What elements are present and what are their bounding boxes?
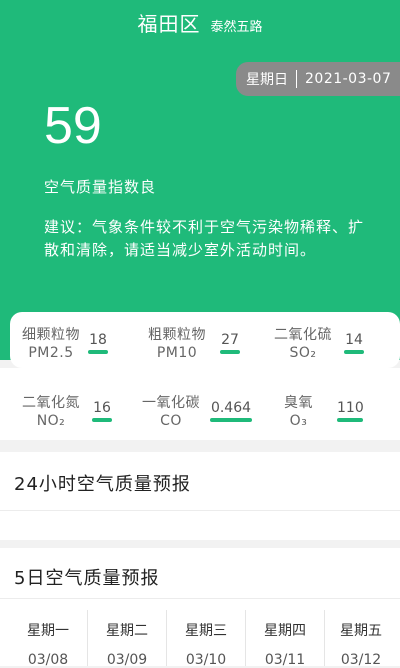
value-text: 0.464 — [210, 400, 252, 416]
pollutant-value: 27 — [220, 326, 240, 354]
forecast-day[interactable]: 星期一 03/08 — [9, 620, 87, 668]
value-bar — [344, 350, 364, 354]
pollutant-name: 臭氧 — [284, 395, 313, 411]
hourly-forecast-section: 24小时空气质量预报 — [0, 452, 400, 540]
weekday-label: 星期日 — [246, 72, 288, 88]
forecast-weekday: 星期三 — [185, 623, 227, 639]
pollutant-code: PM2.5 — [28, 345, 74, 361]
forecast-weekday: 星期五 — [340, 623, 382, 639]
pollutant-label: 细颗粒物 PM2.5 — [22, 326, 80, 362]
date-pill[interactable]: 星期日 2021-03-07 — [236, 62, 400, 96]
value-text: 14 — [345, 332, 363, 348]
pollutant-label: 臭氧 O₃ — [284, 394, 313, 430]
forecast-weekday: 星期二 — [106, 623, 148, 639]
pollutant-co[interactable]: 一氧化碳 CO 0.464 — [142, 394, 252, 430]
pollutant-so2[interactable]: 二氧化硫 SO₂ 14 — [274, 326, 364, 362]
pollutant-name: 一氧化碳 — [142, 395, 200, 411]
value-text: 18 — [89, 332, 107, 348]
pollutant-code: SO₂ — [289, 345, 317, 361]
pollutant-label: 二氧化硫 SO₂ — [274, 326, 332, 362]
location-title[interactable]: 福田区 泰然五路 — [0, 8, 400, 37]
value-bar — [88, 350, 108, 354]
pollutant-no2[interactable]: 二氧化氮 NO₂ 16 — [22, 394, 112, 430]
value-text: 110 — [337, 400, 364, 416]
pollutant-name: 二氧化氮 — [22, 395, 80, 411]
pollutant-pm10[interactable]: 粗颗粒物 PM10 27 — [148, 326, 240, 362]
divider — [0, 598, 400, 599]
forecast-day[interactable]: 星期五 03/12 — [322, 620, 400, 668]
pollutant-label: 一氧化碳 CO — [142, 394, 200, 430]
value-text: 16 — [93, 400, 111, 416]
value-text: 27 — [221, 332, 239, 348]
pollutant-pm25[interactable]: 细颗粒物 PM2.5 18 — [22, 326, 108, 362]
air-quality-label: 空气质量指数良 — [44, 178, 157, 196]
advice-line: 建议：气象条件较不利于空气污染物稀释、扩 — [44, 218, 365, 236]
pollutant-value: 110 — [337, 394, 364, 422]
forecast-weekday: 星期一 — [27, 623, 69, 639]
pollutant-code: O₃ — [289, 413, 308, 429]
value-bar — [210, 418, 252, 422]
pollutant-o3[interactable]: 臭氧 O₃ 110 — [284, 394, 364, 430]
daily-forecast-title: 5日空气质量预报 — [14, 568, 160, 589]
health-advice: 建议：气象条件较不利于空气污染物稀释、扩 散和清除，请适当减少室外活动时间。 — [44, 216, 400, 262]
aqi-value: 59 — [44, 97, 102, 155]
forecast-day[interactable]: 星期四 03/11 — [246, 620, 324, 668]
pollutant-label: 粗颗粒物 PM10 — [148, 326, 206, 362]
pollutant-name: 粗颗粒物 — [148, 327, 206, 343]
pollutant-label: 二氧化氮 NO₂ — [22, 394, 80, 430]
hourly-forecast-title: 24小时空气质量预报 — [14, 474, 191, 495]
forecast-day[interactable]: 星期三 03/10 — [167, 620, 245, 668]
pollutant-value: 14 — [344, 326, 364, 354]
station-name: 泰然五路 — [210, 20, 263, 35]
date-label: 2021-03-07 — [305, 71, 392, 87]
aqi-hero: 福田区 泰然五路 星期日 2021-03-07 59 空气质量指数良 建议：气象条… — [0, 0, 400, 360]
pollutant-value: 18 — [88, 326, 108, 354]
pollutant-code: CO — [160, 413, 182, 429]
value-bar — [337, 418, 363, 422]
pollutant-value: 0.464 — [210, 394, 252, 422]
value-bar — [220, 350, 240, 354]
pollutant-value: 16 — [92, 394, 112, 422]
pollutant-code: NO₂ — [36, 413, 66, 429]
forecast-weekday: 星期四 — [264, 623, 306, 639]
pollutant-name: 细颗粒物 — [22, 327, 80, 343]
pollutant-name: 二氧化硫 — [274, 327, 332, 343]
pollutant-code: PM10 — [156, 345, 198, 361]
forecast-day[interactable]: 星期二 03/09 — [88, 620, 166, 668]
city-name: 福田区 — [137, 12, 201, 36]
divider — [0, 510, 400, 511]
value-bar — [92, 418, 112, 422]
advice-line: 散和清除，请适当减少室外活动时间。 — [44, 241, 317, 259]
